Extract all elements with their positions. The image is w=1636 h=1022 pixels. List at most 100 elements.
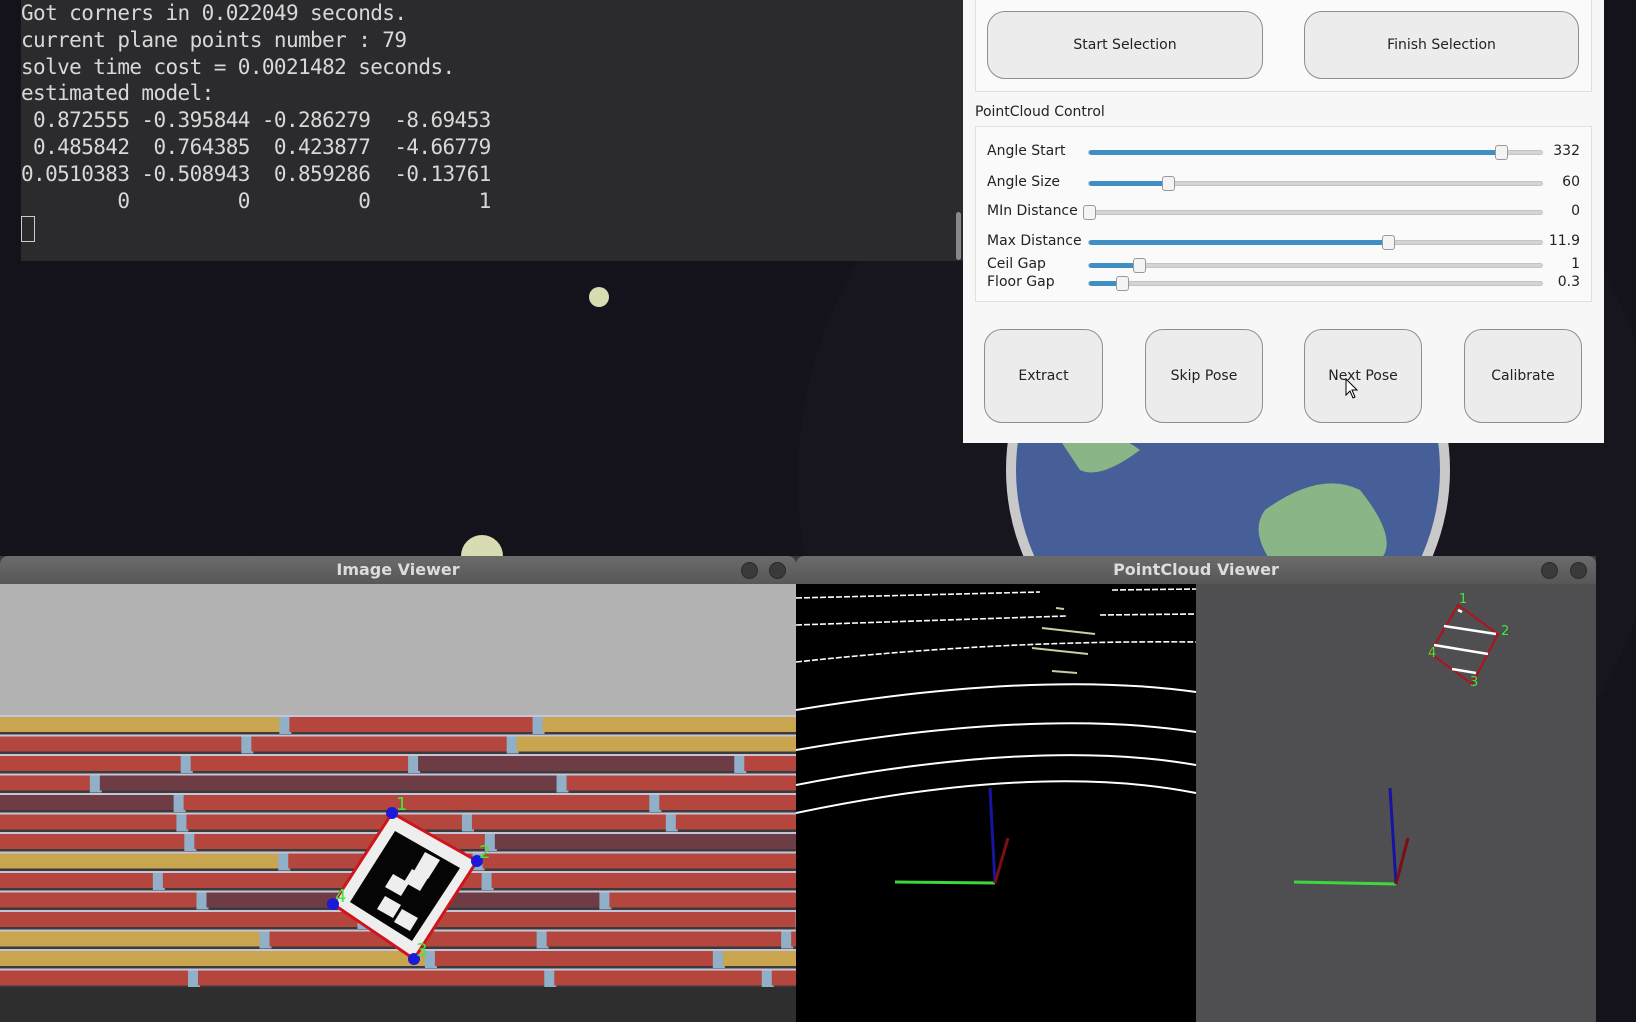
close-button[interactable] xyxy=(769,562,786,579)
corner-label: 3 xyxy=(416,940,427,961)
moon-small xyxy=(589,287,609,307)
extract-button[interactable]: Extract xyxy=(984,329,1103,423)
brick xyxy=(546,931,784,947)
brick xyxy=(190,756,411,771)
brick xyxy=(566,775,796,791)
terminal-line: current plane points number : 79 xyxy=(21,27,407,52)
plane-cloud-pane[interactable] xyxy=(1196,584,1596,1022)
brick xyxy=(675,814,796,830)
brick xyxy=(0,931,262,947)
slider-value: 332 xyxy=(1553,143,1580,159)
brick xyxy=(0,756,183,771)
pointcloud-view[interactable]: 1 2 3 4 xyxy=(796,584,1596,1022)
terminal-line: 0.0510383 -0.508943 0.859286 -0.13761 xyxy=(21,161,491,186)
camera-image: 1 2 3 4 xyxy=(0,584,796,1022)
slider-row-ceil-gap: Ceil Gap 1 xyxy=(987,256,1580,274)
slider-handle[interactable] xyxy=(1162,176,1176,191)
mortar-line xyxy=(0,773,796,776)
slider-label: Max Distance xyxy=(987,233,1082,249)
brick xyxy=(554,970,764,986)
brick xyxy=(0,834,187,849)
corner-label: 2 xyxy=(479,842,490,863)
brick xyxy=(0,951,427,966)
brick xyxy=(494,834,796,849)
slider[interactable] xyxy=(1088,176,1543,191)
skip-pose-button[interactable]: Skip Pose xyxy=(1145,329,1263,423)
slider-handle[interactable] xyxy=(1495,145,1509,160)
close-button[interactable] xyxy=(1570,562,1587,579)
slider-label: Ceil Gap xyxy=(987,256,1046,272)
brick xyxy=(609,892,796,908)
window-title: PointCloud Viewer xyxy=(1113,560,1279,579)
slider[interactable] xyxy=(1088,145,1543,160)
mortar-line xyxy=(0,968,796,971)
brick xyxy=(99,775,559,791)
slider-label: MIn Distance xyxy=(987,203,1078,219)
pointcloud-viewer-titlebar[interactable]: PointCloud Viewer xyxy=(796,556,1596,584)
image-viewer-window: Image Viewer 1 2 3 4 xyxy=(0,556,796,1022)
brick xyxy=(434,951,715,966)
brick xyxy=(722,951,796,966)
brick xyxy=(0,853,281,869)
corner-label: 2 xyxy=(1501,624,1509,639)
minimize-button[interactable] xyxy=(741,562,758,579)
brick xyxy=(491,873,796,888)
terminal-line: Got corners in 0.022049 seconds. xyxy=(21,1,407,25)
slider[interactable] xyxy=(1088,258,1543,273)
corner-label: 3 xyxy=(1470,675,1478,690)
terminal-scrollbar[interactable] xyxy=(956,212,961,260)
full-cloud-pane[interactable] xyxy=(796,584,1196,1022)
slider-handle[interactable] xyxy=(1083,205,1096,220)
brick xyxy=(659,795,796,810)
slider-value: 0.3 xyxy=(1557,274,1580,290)
brick xyxy=(471,814,668,830)
window-title: Image Viewer xyxy=(336,560,460,579)
brick xyxy=(0,912,360,927)
slider-handle[interactable] xyxy=(1132,258,1146,273)
slider-handle[interactable] xyxy=(1116,276,1130,291)
brick xyxy=(0,892,199,908)
pointcloud-canvas[interactable]: 1 2 3 4 xyxy=(796,584,1596,1022)
terminal-line: solve time cost = 0.0021482 seconds. xyxy=(21,54,455,79)
slider-label: Angle Size xyxy=(987,174,1061,190)
terminal-line: 0.485842 0.764385 0.423877 -4.66779 xyxy=(21,134,491,159)
mortar-line xyxy=(0,754,796,756)
next-pose-button[interactable]: Next Pose xyxy=(1304,329,1422,423)
brick xyxy=(0,873,155,888)
brick xyxy=(0,814,179,830)
slider[interactable] xyxy=(1083,205,1543,220)
finish-selection-button[interactable]: Finish Selection xyxy=(1304,11,1579,79)
start-selection-button[interactable]: Start Selection xyxy=(987,11,1263,79)
terminal-line: estimated model: xyxy=(21,81,214,106)
brick xyxy=(542,717,796,732)
terminal-output[interactable]: Got corners in 0.022049 seconds. current … xyxy=(21,0,963,261)
brick xyxy=(251,736,509,752)
brick xyxy=(418,756,737,771)
brick xyxy=(289,717,535,732)
image-viewer-titlebar[interactable]: Image Viewer xyxy=(0,556,796,584)
slider-row-floor-gap: Floor Gap 0.3 xyxy=(987,274,1580,292)
corner-label: 1 xyxy=(396,794,407,815)
corner-label: 4 xyxy=(1428,646,1436,661)
terminal-line: 0 0 0 1 xyxy=(21,188,491,213)
slider-handle[interactable] xyxy=(1381,235,1395,250)
mouse-cursor-icon xyxy=(1345,378,1359,399)
calibrate-button[interactable]: Calibrate xyxy=(1464,329,1582,423)
terminal-line: 0.872555 -0.395844 -0.286279 -8.69453 xyxy=(21,108,491,133)
slider-fill xyxy=(1089,150,1502,155)
slider[interactable] xyxy=(1088,235,1543,250)
terminal-cursor xyxy=(21,216,35,243)
slider-row-angle-start: Angle Start 332 xyxy=(987,143,1580,161)
minimize-button[interactable] xyxy=(1541,562,1558,579)
mortar-line xyxy=(0,715,796,717)
mortar-line xyxy=(0,734,796,737)
slider-row-angle-size: Angle Size 60 xyxy=(987,174,1580,192)
pointcloud-viewer-window: PointCloud Viewer 1 2 3 4 xyxy=(796,556,1596,1022)
slider[interactable] xyxy=(1088,276,1543,291)
brick xyxy=(771,970,796,986)
brick xyxy=(183,795,652,810)
camera-image-canvas: 1 2 3 4 xyxy=(0,584,796,1022)
brick xyxy=(198,970,547,986)
brick xyxy=(516,736,796,752)
slider-label: Angle Start xyxy=(987,143,1066,159)
